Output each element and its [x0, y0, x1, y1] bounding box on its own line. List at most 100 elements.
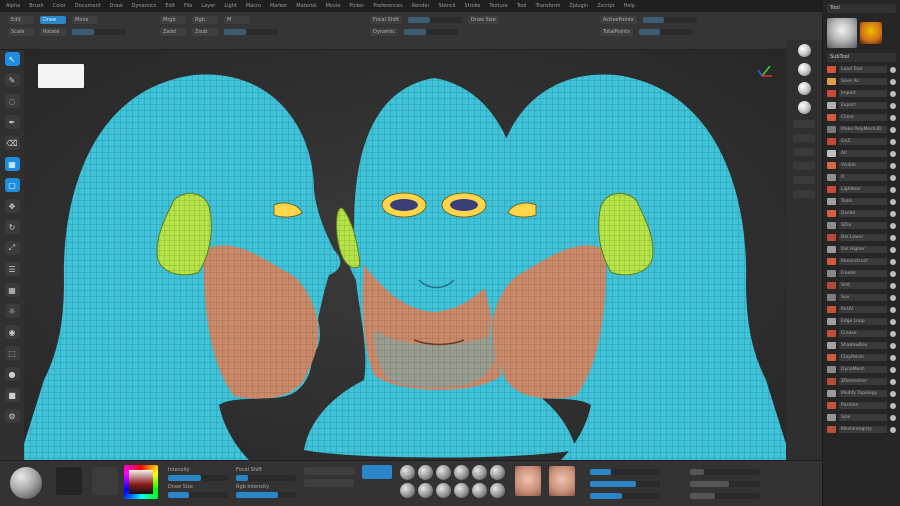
pen-icon[interactable]: ✒ — [4, 115, 20, 129]
dock-button[interactable] — [793, 148, 815, 156]
panel-row[interactable]: Freeze — [827, 269, 896, 278]
layer-swatch[interactable] — [827, 246, 836, 253]
eye-icon[interactable] — [890, 174, 896, 181]
dock-button[interactable] — [793, 120, 815, 128]
menu-item[interactable]: Marker — [270, 3, 287, 9]
menu-item[interactable]: Dynamics — [132, 3, 157, 9]
skin-tile-b[interactable] — [549, 466, 575, 496]
eye-icon[interactable] — [890, 138, 896, 145]
move-button[interactable]: Move — [72, 16, 98, 24]
eye-icon[interactable] — [890, 354, 896, 361]
eye-icon[interactable] — [890, 390, 896, 397]
eye-icon[interactable] — [890, 270, 896, 277]
material-selector[interactable] — [10, 467, 42, 499]
m-button[interactable]: M — [224, 16, 250, 24]
layer-swatch[interactable] — [827, 234, 836, 241]
layer-swatch[interactable] — [827, 414, 836, 421]
menu-item[interactable]: Tool — [517, 3, 527, 9]
tool-thumbnail-secondary[interactable] — [860, 22, 882, 44]
zsub-button[interactable]: Zsub — [192, 28, 218, 36]
eye-icon[interactable] — [890, 210, 896, 217]
canvas-viewport[interactable] — [24, 50, 786, 460]
eye-icon[interactable] — [890, 318, 896, 325]
menu-item[interactable]: Help — [624, 3, 635, 9]
panel-row[interactable]: MeshIntegrity — [827, 425, 896, 434]
menu-item[interactable]: Zscript — [597, 3, 614, 9]
brush-icon[interactable] — [436, 483, 451, 498]
menu-item[interactable]: Render — [412, 3, 430, 9]
shelf-slider[interactable] — [690, 493, 760, 499]
eye-icon[interactable] — [890, 66, 896, 73]
eye-icon[interactable] — [890, 234, 896, 241]
panel-row[interactable]: R — [827, 173, 896, 182]
layer-swatch[interactable] — [827, 354, 836, 361]
eye-icon[interactable] — [890, 258, 896, 265]
panel-row[interactable]: GoZ — [827, 137, 896, 146]
eye-icon[interactable] — [890, 294, 896, 301]
eye-icon[interactable] — [890, 198, 896, 205]
alpha-thumbnail[interactable] — [549, 466, 575, 496]
active-brush-slot[interactable] — [362, 465, 392, 479]
eye-icon[interactable] — [890, 378, 896, 385]
toolbar-slider-d[interactable] — [638, 29, 693, 35]
layer-swatch[interactable] — [827, 282, 836, 289]
layer-swatch[interactable] — [827, 114, 836, 121]
draw-button[interactable]: Draw — [40, 16, 66, 24]
menu-item[interactable]: Stroke — [464, 3, 480, 9]
panel-row[interactable]: Reconstruct — [827, 257, 896, 266]
shelf-slider[interactable] — [590, 469, 660, 475]
brush-icon[interactable] — [490, 465, 505, 480]
draw-size-button[interactable]: Draw Size — [467, 16, 499, 24]
dock-button[interactable] — [793, 190, 815, 198]
rotate-button[interactable]: Rotate — [40, 28, 66, 36]
camera-icon[interactable]: ◉ — [4, 325, 20, 339]
eye-icon[interactable] — [890, 366, 896, 373]
layer-swatch[interactable] — [827, 258, 836, 265]
mask-icon[interactable]: ▦ — [4, 157, 20, 171]
layer-swatch[interactable] — [827, 378, 836, 385]
focal-shift-button[interactable]: Focal Shift — [370, 16, 402, 24]
panel-row[interactable]: Position — [827, 401, 896, 410]
shelf-button[interactable] — [304, 467, 354, 475]
cursor-icon[interactable]: ↖ — [4, 52, 20, 66]
scale-button[interactable]: Scale — [8, 28, 34, 36]
panel-section-title[interactable]: Tool — [827, 4, 896, 13]
menu-item[interactable]: Alpha — [6, 3, 20, 9]
toolbar-slider-a[interactable] — [72, 29, 126, 35]
alpha-thumbnail[interactable] — [515, 466, 541, 496]
layer-swatch[interactable] — [827, 186, 836, 193]
toolbar-slider-b[interactable] — [224, 29, 278, 35]
panel-row[interactable]: DynaMesh — [827, 365, 896, 374]
layer-swatch[interactable] — [827, 138, 836, 145]
eye-icon[interactable] — [890, 414, 896, 421]
layer-swatch[interactable] — [827, 366, 836, 373]
move-icon[interactable]: ✥ — [4, 199, 20, 213]
menu-item[interactable]: Light — [224, 3, 236, 9]
panel-row[interactable]: Suv — [827, 293, 896, 302]
brush-icon[interactable] — [400, 483, 415, 498]
layer-swatch[interactable] — [827, 318, 836, 325]
menu-item[interactable]: Edit — [165, 3, 175, 9]
layer-swatch[interactable] — [827, 150, 836, 157]
panel-row[interactable]: Visible — [827, 161, 896, 170]
brush-icon[interactable] — [418, 483, 433, 498]
eye-icon[interactable] — [890, 426, 896, 433]
select-icon[interactable]: ▢ — [4, 178, 20, 192]
panel-row[interactable]: Del Lower — [827, 233, 896, 242]
eye-icon[interactable] — [890, 222, 896, 229]
sphere-icon[interactable] — [797, 63, 811, 76]
sphere-icon[interactable] — [797, 82, 811, 95]
layers-icon[interactable]: ☰ — [4, 262, 20, 276]
panel-row[interactable]: Load Tool — [827, 65, 896, 74]
panel-row[interactable]: ReUV — [827, 305, 896, 314]
panel-row[interactable]: Edge Loop — [827, 317, 896, 326]
rgb-button[interactable]: Rgb — [192, 16, 218, 24]
menu-item[interactable]: Movie — [326, 3, 341, 9]
eye-icon[interactable] — [890, 402, 896, 409]
layer-swatch[interactable] — [827, 426, 836, 433]
eraser-icon[interactable]: ⌫ — [4, 136, 20, 150]
eye-icon[interactable] — [890, 342, 896, 349]
layer-swatch[interactable] — [827, 222, 836, 229]
intensity-slider[interactable] — [168, 475, 228, 481]
smooth-icon[interactable]: ◌ — [4, 94, 20, 108]
